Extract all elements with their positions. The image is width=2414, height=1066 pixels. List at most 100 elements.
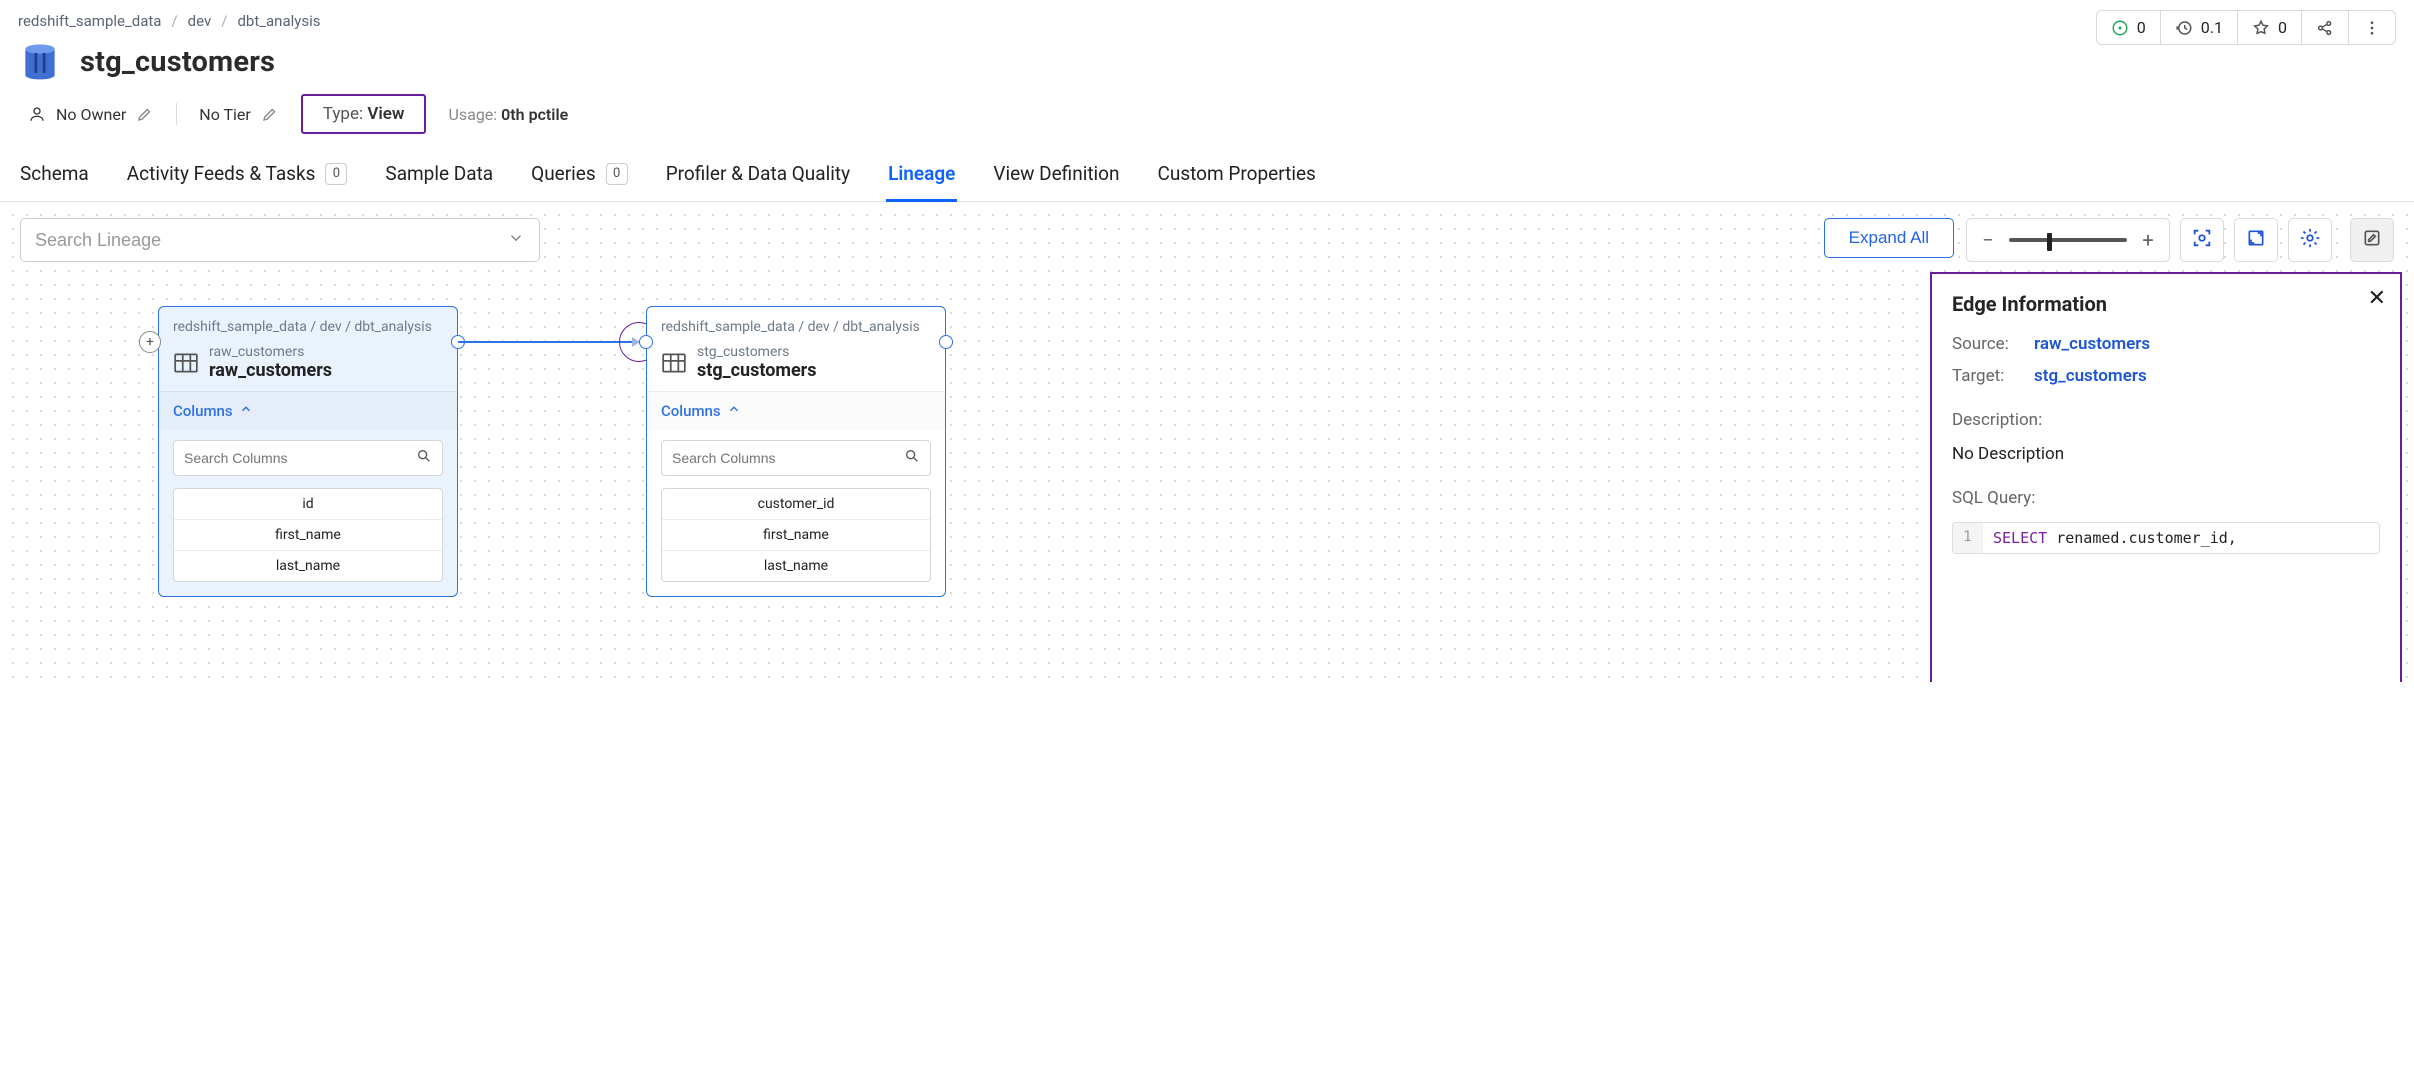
columns-toggle[interactable]: Columns <box>647 391 945 430</box>
owner-value: No Owner <box>56 105 126 124</box>
zoom-controls: − + <box>1966 218 2170 262</box>
type-label: Type: <box>323 104 363 124</box>
output-port[interactable] <box>939 335 953 349</box>
column-list: customer_id first_name last_name <box>661 488 931 582</box>
edit-tier-button[interactable] <box>261 105 279 123</box>
target-link[interactable]: stg_customers <box>2034 366 2147 386</box>
column-search[interactable] <box>173 440 443 476</box>
chevron-down-icon[interactable] <box>507 229 525 252</box>
stat-stars-value: 0 <box>2278 18 2287 37</box>
search-lineage[interactable] <box>20 218 540 262</box>
tab-lineage[interactable]: Lineage <box>886 150 957 201</box>
tab-queries-label: Queries <box>531 162 596 185</box>
columns-toggle[interactable]: Columns <box>159 391 457 430</box>
tab-schema[interactable]: Schema <box>18 150 91 201</box>
chevron-up-icon <box>727 402 741 420</box>
node-breadcrumb: redshift_sample_data / dev / dbt_analysi… <box>159 307 457 338</box>
star-icon <box>2252 19 2270 37</box>
fit-view-button[interactable] <box>2180 218 2224 262</box>
user-icon <box>28 105 46 123</box>
tab-profiler[interactable]: Profiler & Data Quality <box>664 150 852 201</box>
divider <box>176 103 177 125</box>
search-icon <box>416 448 432 468</box>
breadcrumb: redshift_sample_data / dev / dbt_analysi… <box>0 6 2414 30</box>
sql-keyword: SELECT <box>1993 529 2047 547</box>
fullscreen-button[interactable] <box>2234 218 2278 262</box>
zoom-out-button[interactable]: − <box>1977 228 1999 252</box>
search-lineage-input[interactable] <box>35 230 507 251</box>
sql-query-box: 1 SELECT renamed.customer_id, <box>1952 522 2380 554</box>
zoom-in-button[interactable]: + <box>2137 228 2159 252</box>
source-link[interactable]: raw_customers <box>2034 334 2150 354</box>
type-value: View <box>367 104 404 124</box>
owner-field: No Owner <box>28 105 154 124</box>
redshift-icon <box>18 40 62 84</box>
more-button[interactable] <box>2349 11 2395 44</box>
sql-label: SQL Query: <box>1952 488 2380 508</box>
stat-recent[interactable]: 0.1 <box>2161 11 2238 44</box>
queries-count-badge: 0 <box>606 163 628 185</box>
close-button[interactable]: ✕ <box>2368 288 2386 310</box>
tab-custom-properties[interactable]: Custom Properties <box>1156 150 1318 201</box>
panel-title: Edge Information <box>1952 292 2380 316</box>
node-small-name: raw_customers <box>209 344 332 360</box>
sql-line-number: 1 <box>1953 523 1983 553</box>
expand-icon <box>2246 228 2266 252</box>
source-label: Source: <box>1952 334 2020 354</box>
chevron-up-icon <box>239 402 253 420</box>
description-label: Description: <box>1952 410 2380 430</box>
tab-queries[interactable]: Queries 0 <box>529 150 630 201</box>
zoom-slider[interactable] <box>2009 238 2127 242</box>
column-item[interactable]: customer_id <box>662 489 930 520</box>
table-icon <box>661 352 687 374</box>
edit-owner-button[interactable] <box>136 105 154 123</box>
activity-count-badge: 0 <box>325 163 347 185</box>
stat-issues[interactable]: 0 <box>2097 11 2161 44</box>
tier-field: No Tier <box>199 105 279 124</box>
description-value: No Description <box>1952 444 2380 464</box>
edit-lineage-button[interactable] <box>2350 218 2394 262</box>
search-icon <box>904 448 920 468</box>
column-search[interactable] <box>661 440 931 476</box>
column-search-input[interactable] <box>672 450 904 466</box>
tabs: Schema Activity Feeds & Tasks 0 Sample D… <box>0 150 2414 202</box>
breadcrumb-item[interactable]: dev <box>188 12 212 30</box>
stat-stars[interactable]: 0 <box>2238 11 2302 44</box>
tab-view-definition[interactable]: View Definition <box>991 150 1121 201</box>
columns-label: Columns <box>661 402 721 420</box>
tab-activity[interactable]: Activity Feeds & Tasks 0 <box>125 150 350 201</box>
target-icon <box>2111 19 2129 37</box>
edge-info-panel: ✕ Edge Information Source: raw_customers… <box>1930 272 2402 682</box>
sql-text: renamed.customer_id, <box>2047 529 2237 547</box>
column-item[interactable]: last_name <box>662 551 930 581</box>
lineage-node-stg-customers[interactable]: redshift_sample_data / dev / dbt_analysi… <box>646 306 946 597</box>
zoom-slider-thumb[interactable] <box>2047 233 2052 251</box>
breadcrumb-separator: / <box>171 12 177 30</box>
input-port[interactable] <box>639 335 653 349</box>
node-small-name: stg_customers <box>697 344 817 360</box>
breadcrumb-item[interactable]: dbt_analysis <box>237 12 320 30</box>
column-item[interactable]: last_name <box>174 551 442 581</box>
lineage-node-raw-customers[interactable]: + redshift_sample_data / dev / dbt_analy… <box>158 306 458 597</box>
column-item[interactable]: first_name <box>174 520 442 551</box>
usage-label: Usage: <box>448 105 497 124</box>
breadcrumb-separator: / <box>221 12 227 30</box>
sql-code[interactable]: SELECT renamed.customer_id, <box>1983 523 2247 553</box>
title-row: stg_customers <box>0 30 2414 90</box>
add-upstream-button[interactable]: + <box>139 331 161 353</box>
stat-issues-value: 0 <box>2137 18 2146 37</box>
column-list: id first_name last_name <box>173 488 443 582</box>
share-button[interactable] <box>2302 11 2349 44</box>
column-search-input[interactable] <box>184 450 416 466</box>
expand-all-button[interactable]: Expand All <box>1824 218 1954 258</box>
header-stats: 0 0.1 0 <box>2096 10 2396 45</box>
column-item[interactable]: id <box>174 489 442 520</box>
node-breadcrumb: redshift_sample_data / dev / dbt_analysi… <box>647 307 945 338</box>
breadcrumb-item[interactable]: redshift_sample_data <box>18 12 161 30</box>
focus-icon <box>2191 227 2213 253</box>
tab-sample-data[interactable]: Sample Data <box>383 150 495 201</box>
settings-button[interactable] <box>2288 218 2332 262</box>
tier-value: No Tier <box>199 105 251 124</box>
lineage-canvas[interactable]: Expand All − + + redshift_sample_data / … <box>0 202 2414 682</box>
column-item[interactable]: first_name <box>662 520 930 551</box>
